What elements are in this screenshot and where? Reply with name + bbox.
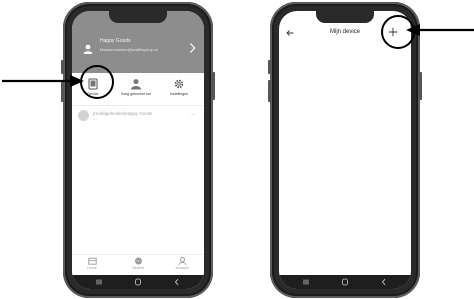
- more-options-icon[interactable]: ...: [190, 111, 195, 117]
- system-nav-bar: [72, 275, 204, 289]
- device-list-item[interactable]: [Hoofdgebruiker]Happy Goods ... ...: [72, 107, 204, 131]
- add-user-button[interactable]: Voeg gebruiker toe: [114, 73, 158, 105]
- tab-home[interactable]: Home: [80, 257, 104, 270]
- profile-name: Happy Goods: [100, 38, 131, 44]
- tab-home-label: Home: [87, 266, 97, 270]
- pointer-arrow-right: [406, 24, 474, 36]
- camera-notch: [316, 10, 374, 23]
- power-button: [212, 72, 215, 100]
- power-button: [419, 72, 422, 100]
- account-icon: [178, 257, 186, 265]
- home-button-icon[interactable]: [340, 278, 350, 286]
- pointer-arrow-left: [2, 75, 84, 87]
- volume-button: [268, 80, 271, 102]
- system-nav-bar: [279, 275, 411, 289]
- home-button-icon[interactable]: [133, 278, 143, 286]
- volume-button: [61, 60, 64, 74]
- user-avatar-icon: [83, 44, 93, 54]
- chevron-right-icon: [190, 43, 196, 53]
- camera-notch: [109, 10, 167, 23]
- tab-account-label: Account: [175, 266, 189, 270]
- settings-label: Instellingen: [169, 92, 189, 96]
- profile-email: Maartenvanrice@seattlegroup.nl: [100, 47, 158, 52]
- back-icon[interactable]: [172, 278, 182, 286]
- tab-message[interactable]: Bericht: [126, 257, 150, 270]
- device-subtitle: ...: [93, 116, 97, 121]
- volume-button: [268, 60, 271, 74]
- tab-account[interactable]: Account: [170, 257, 194, 270]
- message-icon: [134, 257, 142, 265]
- bottom-tab-bar: Home Bericht Account: [72, 254, 204, 275]
- app-screen: Happy Goods Maartenvanrice@seattlegroup.…: [72, 11, 204, 289]
- device-title: [Hoofdgebruiker]Happy Goods: [93, 111, 153, 116]
- tab-message-label: Bericht: [132, 266, 144, 270]
- gear-icon: [174, 79, 184, 89]
- back-icon[interactable]: [379, 278, 389, 286]
- home-icon: [87, 257, 97, 265]
- recent-apps-icon[interactable]: [301, 278, 311, 286]
- add-user-label: Voeg gebruiker toe: [120, 92, 152, 96]
- app-screen: Mijn device: [279, 11, 411, 289]
- user-add-icon: [131, 79, 141, 90]
- settings-button[interactable]: Instellingen: [164, 73, 194, 105]
- recent-apps-icon[interactable]: [94, 278, 104, 286]
- phone-left: Happy Goods Maartenvanrice@seattlegroup.…: [61, 2, 215, 298]
- device-avatar: [78, 110, 89, 121]
